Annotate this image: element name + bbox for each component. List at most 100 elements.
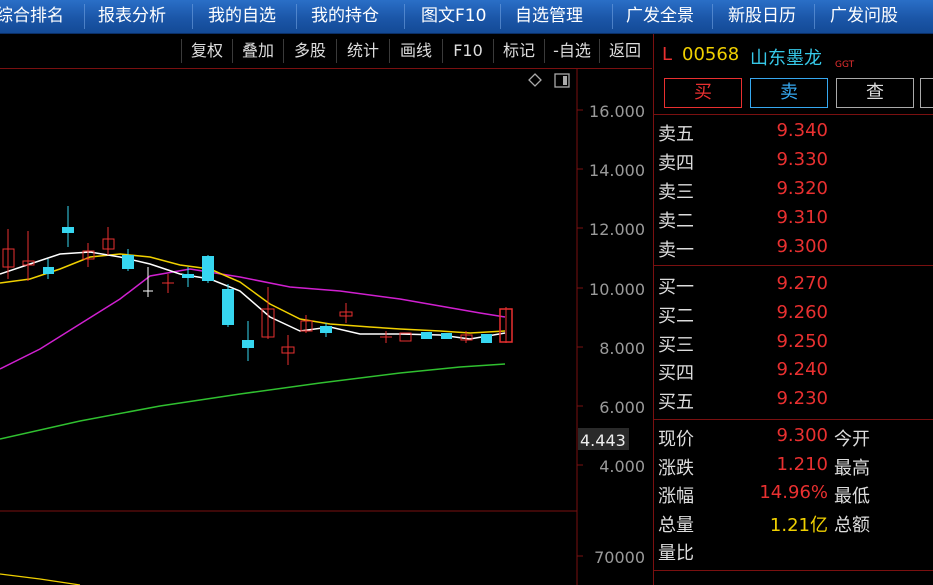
kline-chart-svg: 16.000 14.000 12.000 10.000 8.000 6.000 … [0, 69, 645, 585]
price-tick-label: 10.000 [589, 280, 645, 299]
ask-level-label: 卖三 [658, 182, 694, 203]
bid-price: 9.270 [776, 273, 828, 294]
section-divider [654, 265, 933, 266]
price-axis-ticks [577, 109, 583, 557]
bid-price: 9.230 [776, 388, 828, 409]
ask-row: 卖四 9.330 [654, 146, 933, 174]
stock-market-flag: L [662, 44, 673, 65]
candle-down [242, 340, 254, 348]
candle-down [441, 333, 452, 339]
candle-down [421, 332, 432, 339]
candle-down [62, 227, 74, 233]
ask-price: 9.300 [776, 236, 828, 257]
bid-level-label: 买五 [658, 392, 694, 413]
ask-level-label: 卖二 [658, 211, 694, 232]
open-label: 今开 [834, 429, 870, 450]
stock-name: 山东墨龙 [750, 48, 822, 69]
bid-row: 买三 9.250 [654, 328, 933, 356]
current-price-value: 9.300 [776, 425, 828, 446]
sell-button[interactable]: 卖 [750, 78, 828, 108]
bid-level-label: 买二 [658, 306, 694, 327]
volume-value: 1.21亿 [769, 515, 828, 536]
adjust-rights-button[interactable]: 复权 [181, 39, 232, 63]
high-label: 最高 [834, 458, 870, 479]
candle-down [43, 267, 54, 274]
volume-ratio-label: 量比 [658, 543, 694, 564]
ma-yellow-line [0, 253, 506, 334]
nav-divider [296, 4, 297, 29]
nav-divider [84, 4, 85, 29]
query-button[interactable]: 查 [836, 78, 914, 108]
ask-row: 卖二 9.310 [654, 204, 933, 232]
turnover-label: 总额 [834, 515, 870, 536]
multi-stock-button[interactable]: 多股 [283, 39, 336, 63]
candle-down [481, 334, 492, 343]
nav-report-analysis[interactable]: 报表分析 [98, 0, 166, 33]
ask-price: 9.340 [776, 120, 828, 141]
draw-line-button[interactable]: 画线 [389, 39, 442, 63]
stock-header: L 00568 山东墨龙 GGT [654, 34, 933, 72]
change-value: 1.210 [776, 454, 828, 475]
mark-button[interactable]: 标记 [493, 39, 544, 63]
back-button[interactable]: 返回 [599, 39, 650, 63]
bid-level-label: 买三 [658, 335, 694, 356]
ask-level-label: 卖四 [658, 153, 694, 174]
bid-price: 9.240 [776, 359, 828, 380]
volume-label: 总量 [658, 515, 694, 536]
nav-my-holdings[interactable]: 我的持仓 [311, 0, 379, 33]
ma-green-line [0, 363, 506, 440]
panel-toggle-icon-fill [563, 76, 567, 85]
chart-toolbar: 复权 叠加 多股 统计 画线 F10 标记 -自选 返回 [0, 34, 652, 69]
stock-connect-tag: GGT [835, 60, 855, 70]
price-tick-label: 4.000 [599, 457, 645, 476]
statistics-button[interactable]: 统计 [336, 39, 389, 63]
f10-button[interactable]: F10 [442, 39, 493, 63]
ma-magenta-line [0, 268, 506, 370]
nav-divider [814, 4, 815, 29]
more-trade-button[interactable] [920, 78, 933, 108]
nav-gf-panorama[interactable]: 广发全景 [626, 0, 694, 33]
section-divider [654, 570, 933, 571]
nav-gf-ask-stock[interactable]: 广发问股 [830, 0, 898, 33]
nav-my-watchlist[interactable]: 我的自选 [208, 0, 276, 33]
top-navigation-bar: 综合排名 报表分析 我的自选 我的持仓 图文F10 自选管理 广发全景 新股日历… [0, 0, 933, 34]
nav-comprehensive-ranking[interactable]: 综合排名 [0, 0, 64, 33]
kline-chart[interactable]: 16.000 14.000 12.000 10.000 8.000 6.000 … [0, 69, 652, 585]
change-pct-label: 涨幅 [658, 486, 694, 507]
bid-price: 9.260 [776, 302, 828, 323]
ask-row: 卖三 9.320 [654, 175, 933, 203]
candlesticks [2, 206, 513, 365]
bid-row: 买五 9.230 [654, 385, 933, 413]
remove-watchlist-button[interactable]: -自选 [544, 39, 599, 63]
nav-watchlist-manage[interactable]: 自选管理 [515, 0, 583, 33]
volume-ma-line [0, 573, 81, 585]
section-divider [654, 114, 933, 115]
bid-row: 买二 9.260 [654, 299, 933, 327]
volume-tick-label: 70000 [594, 548, 645, 567]
nav-divider [612, 4, 613, 29]
ask-price: 9.310 [776, 207, 828, 228]
stock-code: 00568 [682, 44, 740, 65]
quote-panel: L 00568 山东墨龙 GGT 买 卖 查 卖五 9.340 卖四 9.330… [653, 34, 933, 585]
diamond-icon[interactable] [528, 73, 542, 87]
bid-row: 买四 9.240 [654, 356, 933, 384]
ask-level-label: 卖五 [658, 124, 694, 145]
bid-level-label: 买四 [658, 363, 694, 384]
price-tick-label: 16.000 [589, 102, 645, 121]
ask-price: 9.320 [776, 178, 828, 199]
current-price-marker-label: 4.443 [580, 431, 626, 450]
current-price-label: 现价 [658, 429, 694, 450]
nav-ipo-calendar[interactable]: 新股日历 [728, 0, 796, 33]
bid-price: 9.250 [776, 331, 828, 352]
overlay-button[interactable]: 叠加 [232, 39, 283, 63]
price-tick-label: 8.000 [599, 339, 645, 358]
nav-divider [500, 4, 501, 29]
candle-down [202, 256, 214, 281]
candle-down [222, 289, 234, 325]
candle-down [320, 326, 332, 333]
buy-button[interactable]: 买 [664, 78, 742, 108]
section-divider [654, 419, 933, 420]
price-tick-label: 12.000 [589, 220, 645, 239]
nav-graphic-f10[interactable]: 图文F10 [421, 0, 486, 33]
nav-divider [712, 4, 713, 29]
